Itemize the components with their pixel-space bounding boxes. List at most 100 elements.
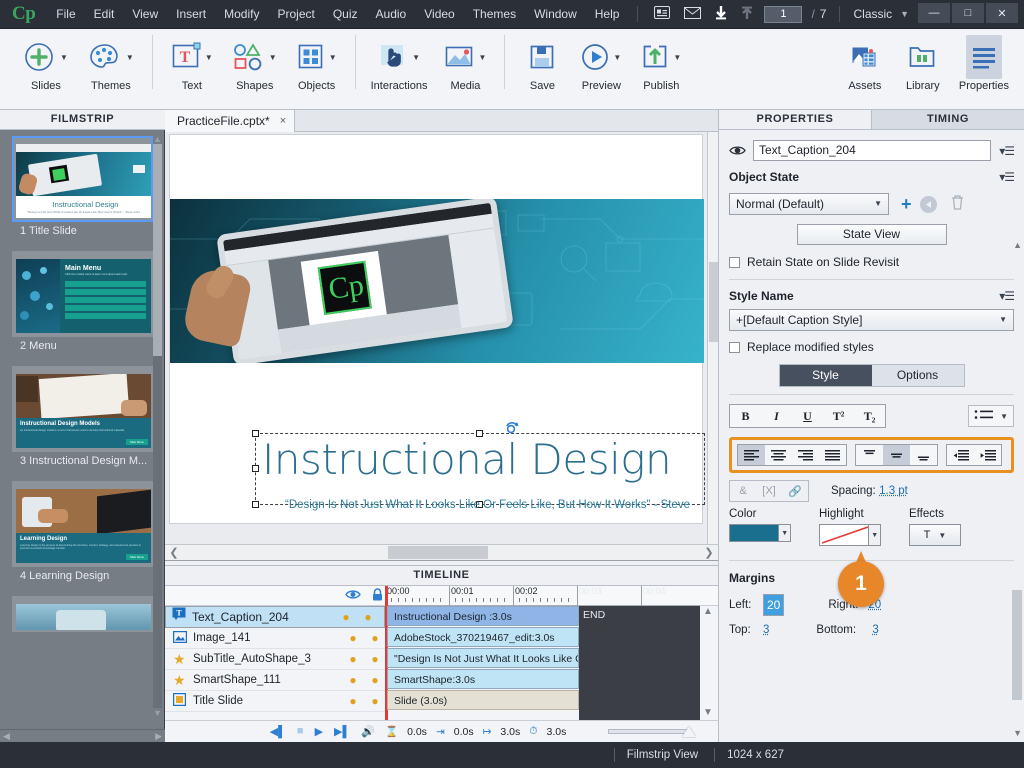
timeline-bar-image[interactable]: AdobeStock_370219467_edit:3.0s [387,627,579,647]
scrollbar-track[interactable] [183,545,700,560]
slide-notes-icon[interactable] [647,4,677,24]
chevron-down-icon[interactable]: ▼ [779,524,791,542]
visibility-toggle[interactable]: ● [341,631,365,645]
superscript-button[interactable]: T² [823,405,854,427]
highlight-swatch-control[interactable]: ▼ [819,524,881,546]
options-menu-icon[interactable]: ▾☰ [999,144,1015,158]
filmstrip-hscrollbar[interactable]: ◀ ▶ [0,729,165,742]
resize-handle-ml[interactable] [252,465,259,472]
valign-top-icon[interactable] [856,445,883,465]
state-view-button[interactable]: State View [796,224,947,245]
stage-vertical-scrollbar[interactable] [707,132,718,544]
menu-project[interactable]: Project [268,2,323,26]
resize-handle-tl[interactable] [252,430,259,437]
lock-toggle[interactable]: ● [358,607,378,627]
toolbar-shapes[interactable]: ▼ Shapes [223,35,287,92]
add-state-button[interactable]: + [901,194,912,215]
insert-symbol-icon[interactable]: & [730,481,756,501]
toolbar-text[interactable]: T ▼ Text [161,35,223,92]
menu-help[interactable]: Help [586,2,629,26]
visibility-toggle[interactable]: ● [341,652,365,666]
menu-quiz[interactable]: Quiz [324,2,367,26]
download-icon[interactable] [708,4,734,25]
lock-toggle[interactable]: ● [365,652,385,666]
menu-audio[interactable]: Audio [367,2,416,26]
scrollbar-thumb[interactable] [153,144,162,356]
increase-indent-icon[interactable] [974,445,1001,465]
align-center-icon[interactable] [765,445,792,465]
chevron-down-icon[interactable]: ▼ [412,53,420,62]
slide-thumbnail[interactable]: Main Menu Click the module name to learn… [12,251,153,337]
menu-themes[interactable]: Themes [464,2,525,26]
chevron-down-icon[interactable]: ▼ [869,524,881,546]
slide-thumbnail[interactable] [12,596,153,632]
filmstrip-slide-3[interactable]: Instructional Design Models An instructi… [12,366,153,477]
toolbar-media[interactable]: ▼ Media [434,35,496,92]
scrollbar-thumb[interactable] [1012,590,1022,700]
segment-style[interactable]: Style [779,365,872,386]
scroll-left-icon[interactable]: ❮ [165,546,183,559]
tab-properties[interactable]: PROPERTIES [719,110,871,130]
insert-link-icon[interactable]: 🔗 [782,481,808,501]
stop-icon[interactable]: ■ [297,725,304,738]
chevron-down-icon[interactable]: ▼ [613,53,621,62]
timeline-ruler[interactable]: 00:00 00:01 00:02 00:03 00:04 [385,586,700,606]
object-name-input[interactable]: Text_Caption_204 [753,140,992,161]
close-icon[interactable]: × [280,115,286,127]
scroll-down-icon[interactable]: ▼ [701,707,715,718]
menu-file[interactable]: File [47,2,84,26]
timeline-row-smartshape[interactable]: ★ SmartShape_111 ● ● [165,670,385,691]
forward-icon[interactable]: ▶▌ [334,725,350,738]
segment-options[interactable]: Options [871,365,964,386]
timeline-zoom-slider[interactable] [608,726,718,737]
toolbar-publish[interactable]: ▼ Publish [631,35,691,92]
toolbar-slides[interactable]: ▼ Slides [14,35,78,92]
highlight-swatch[interactable] [819,524,870,546]
toolbar-assets[interactable]: Assets [836,35,894,92]
timeline-vertical-scrollbar[interactable]: ▲ ▼ [701,606,715,731]
timeline-bar-smartshape[interactable]: SmartShape:3.0s [387,669,579,689]
style-name-select[interactable]: +[Default Caption Style] ▼ [729,309,1014,331]
document-tab[interactable]: PracticeFile.cptx* × [165,110,296,132]
lock-toggle[interactable]: ● [365,673,385,687]
menu-edit[interactable]: Edit [85,2,124,26]
filmstrip-slide-2[interactable]: Main Menu Click the module name to learn… [12,251,153,362]
menu-view[interactable]: View [123,2,167,26]
chevron-down-icon[interactable]: ▼ [126,53,134,62]
timeline-row-slide[interactable]: Title Slide ● ● [165,691,385,712]
tab-timing[interactable]: TIMING [871,110,1024,130]
slide-thumbnail[interactable]: Learning Design Learning design is the p… [12,481,153,567]
margin-left-value[interactable]: 20 [763,594,785,616]
timeline-bar-subtitle[interactable]: "Design Is Not Just What It Looks Like O… [387,648,579,668]
workspace-selector[interactable]: Classic [849,7,896,21]
effects-control[interactable]: T ▼ [909,524,971,546]
scroll-up-icon[interactable]: ▲ [701,606,715,617]
scroll-up-icon[interactable]: ▲ [1013,240,1022,250]
menu-video[interactable]: Video [415,2,463,26]
align-left-icon[interactable] [738,445,765,465]
slide-surface[interactable]: Cp Instructional Design “Design Is Not J… [169,134,705,524]
timeline-object-list[interactable]: T Text_Caption_204 ● ● Image_141 ● ● ★ S… [165,606,385,712]
scroll-up-icon[interactable]: ▲ [153,134,162,144]
toolbar-preview[interactable]: ▼ Preview [571,35,631,92]
scroll-down-icon[interactable]: ▼ [153,708,162,718]
eye-icon[interactable] [345,588,361,603]
resize-handle-bl[interactable] [252,501,259,508]
scroll-down-icon[interactable]: ▼ [1013,728,1022,738]
toolbar-objects[interactable]: ▼ Objects [287,35,347,92]
properties-scrollbar[interactable] [1012,250,1022,730]
toolbar-library[interactable]: Library [894,35,952,92]
maximize-button[interactable]: □ [952,3,984,23]
reset-state-button[interactable] [919,195,937,213]
filmstrip-slide-4[interactable]: Learning Design Learning design is the p… [12,481,153,592]
stage-horizontal-scrollbar[interactable]: ❮ ❯ [165,544,718,561]
chevron-down-icon[interactable]: ▼ [1000,412,1008,421]
chevron-down-icon[interactable]: ▼ [900,9,909,19]
bold-button[interactable]: B [730,405,761,427]
upload-icon[interactable] [734,4,760,25]
rewind-icon[interactable]: ◀▌ [270,725,286,738]
subscript-button[interactable]: T₂ [854,405,885,427]
timeline-bar-slide[interactable]: Slide (3.0s) [387,690,579,710]
lock-icon[interactable] [372,588,383,604]
slide-title-text[interactable]: Instructional Design [262,435,672,484]
